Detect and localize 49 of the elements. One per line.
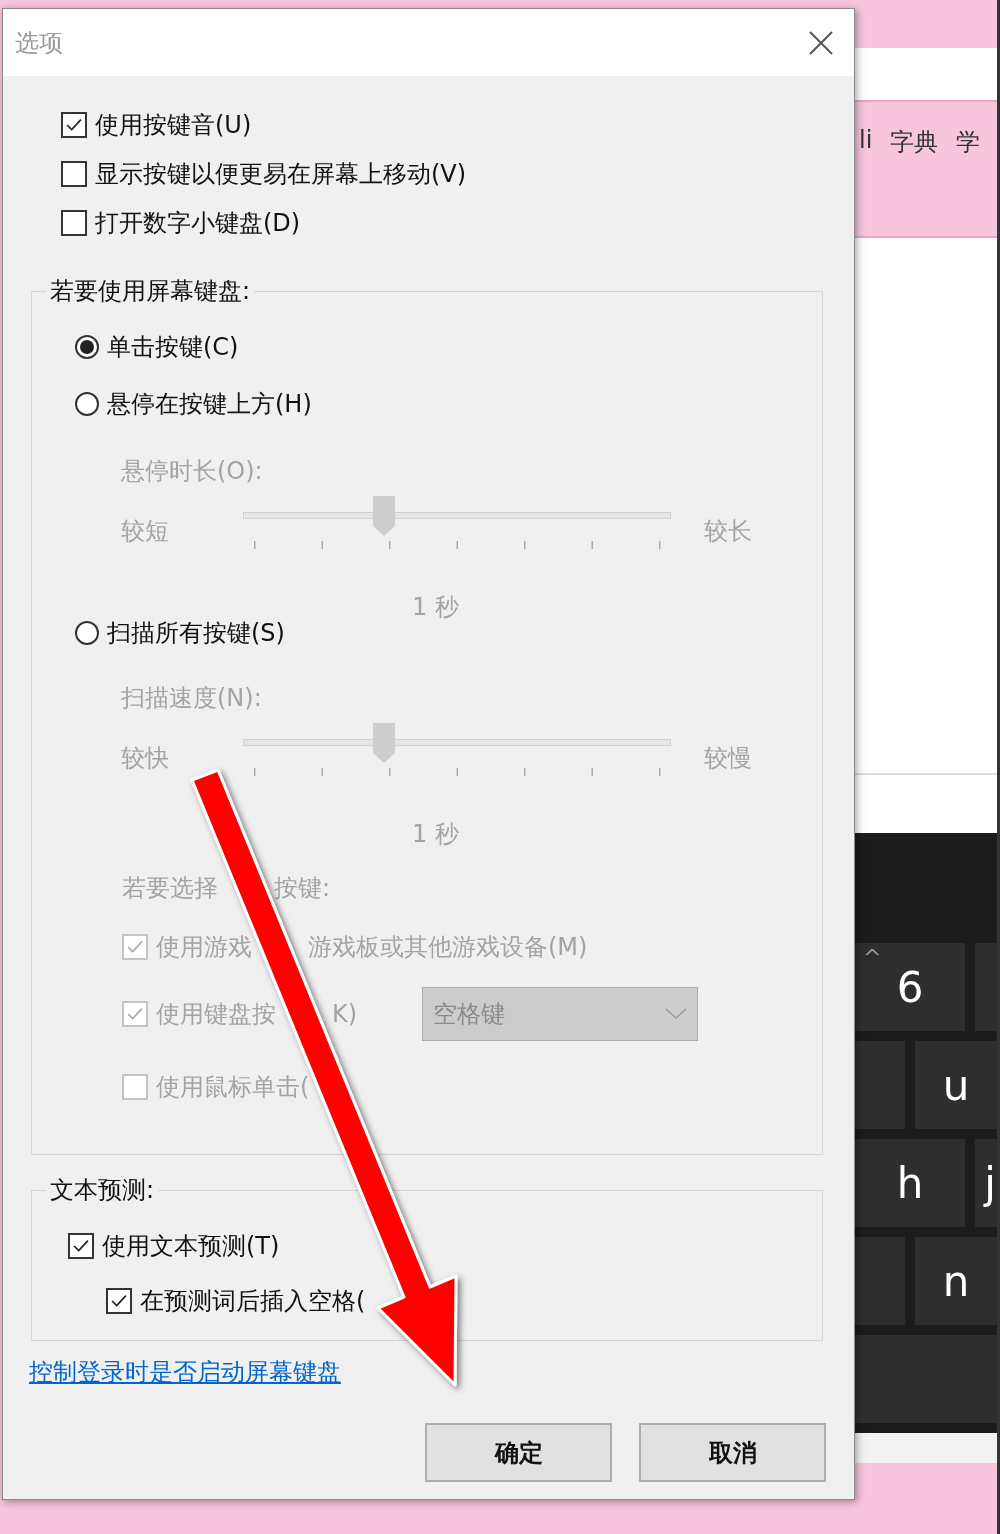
group-title: 文本预测: <box>46 1175 159 1205</box>
keyboard-key[interactable]: h <box>855 1139 965 1227</box>
settings-link[interactable]: 控制登录时是否启动屏幕键盘 <box>29 1357 341 1387</box>
radio-button[interactable] <box>75 621 99 645</box>
keyboard-key[interactable]: u <box>915 1041 997 1129</box>
radio-label: 单击按键(C) <box>107 332 239 363</box>
min-label: 较短 <box>121 516 170 547</box>
checkbox[interactable] <box>61 210 87 236</box>
toolbar-item[interactable]: 学 <box>956 126 981 158</box>
checkbox-label: 在预测词后插入空格( <box>140 1286 366 1317</box>
window-title: 选项 <box>15 27 63 59</box>
value-label: 1 秒 <box>412 592 459 623</box>
setting-label: 悬停时长(O): <box>121 456 263 487</box>
setting-label: 扫描速度(N): <box>121 683 262 714</box>
radio-button[interactable] <box>75 335 99 359</box>
checkbox-label: 使用按键音(U) <box>95 110 252 141</box>
checkbox-label: 使用游戏 <box>156 932 252 963</box>
checkbox[interactable] <box>61 112 87 138</box>
group-title: 若要使用屏幕键盘: <box>46 276 255 306</box>
slider-track[interactable] <box>243 495 671 537</box>
checkbox-label: 使用文本预测(T) <box>102 1231 280 1262</box>
checkbox-label: 显示按键以便更易在屏幕上移动(V) <box>95 159 467 190</box>
checkbox-label: K) <box>332 1000 358 1028</box>
radio-label: 悬停在按键上方(H) <box>107 389 312 420</box>
value-label: 1 秒 <box>412 819 459 850</box>
section-label: 若要选择 <box>122 873 218 904</box>
toolbar-item[interactable]: 字典 <box>890 126 939 158</box>
max-label: 较长 <box>704 516 752 547</box>
section-label: 按键: <box>274 873 331 904</box>
checkbox-label: 使用键盘按 <box>156 999 276 1030</box>
radio-label: 扫描所有按键(S) <box>107 618 285 649</box>
slider-track[interactable] <box>243 722 671 764</box>
checkbox[interactable] <box>106 1288 132 1314</box>
radio-button[interactable] <box>75 392 99 416</box>
close-icon[interactable] <box>808 29 834 56</box>
keyboard-key[interactable]: ^ 6 <box>855 943 965 1031</box>
checkbox[interactable] <box>61 161 87 187</box>
checkbox-label: 游戏板或其他游戏设备(M) <box>308 932 588 963</box>
checkbox-label: 使用鼠标单击( <box>156 1072 310 1103</box>
min-label: 较快 <box>121 743 170 774</box>
keyboard-key[interactable]: j <box>975 1139 997 1227</box>
dialog-button[interactable]: 确定 <box>425 1423 612 1482</box>
toolbar-item[interactable]: li <box>859 126 873 154</box>
dialog-button[interactable]: 取消 <box>639 1423 826 1482</box>
chevron-down-icon <box>665 1008 687 1020</box>
checkbox-label: 打开数字小键盘(D) <box>95 208 301 239</box>
keyboard-key[interactable]: n <box>915 1237 997 1325</box>
max-label: 较慢 <box>704 743 752 774</box>
checkbox[interactable] <box>68 1233 94 1259</box>
